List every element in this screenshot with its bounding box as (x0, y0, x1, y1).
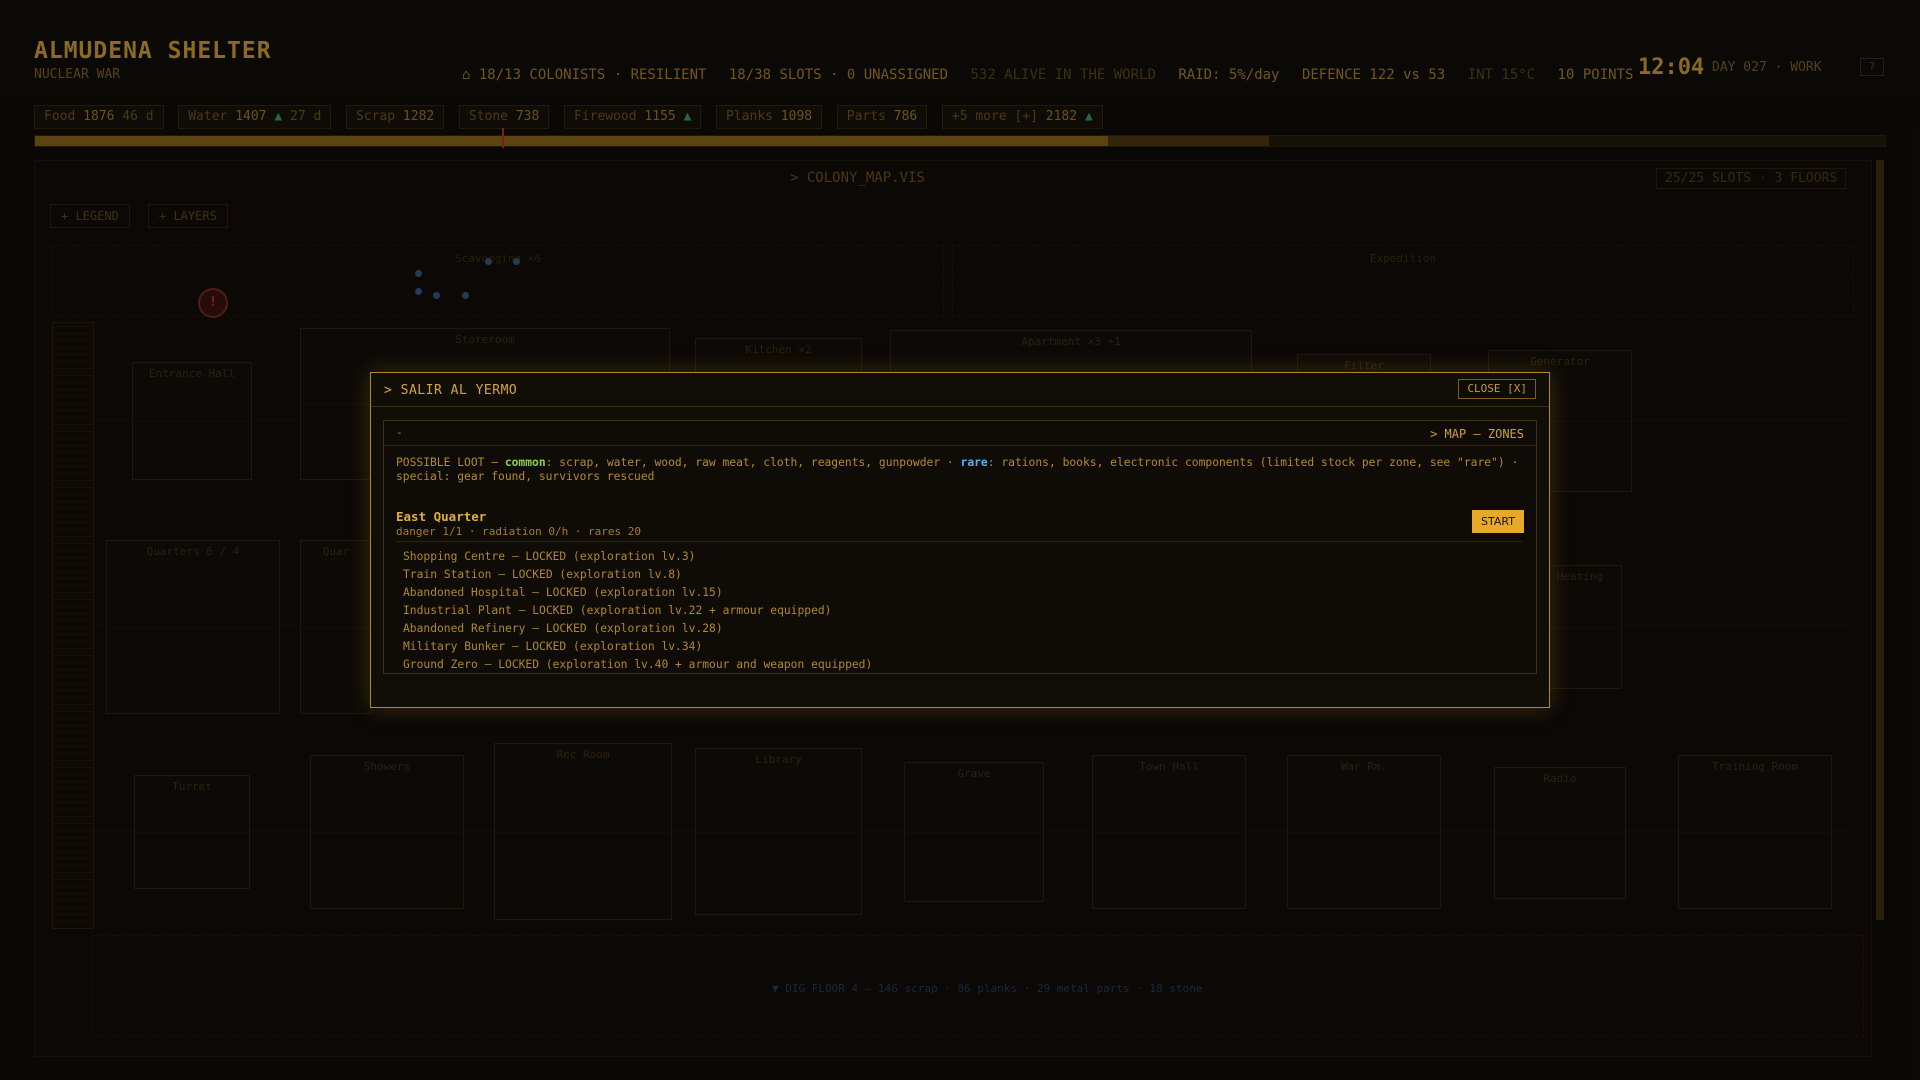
close-button[interactable]: CLOSE [X] (1458, 379, 1536, 399)
zone-item[interactable]: Industrial Plant — LOCKED (exploration l… (403, 602, 872, 620)
possible-loot: POSSIBLE LOOT — common: scrap, water, wo… (396, 456, 1519, 483)
selected-zone-name: East Quarter (396, 509, 487, 524)
zone-item[interactable]: Shopping Centre — LOCKED (exploration lv… (403, 548, 872, 566)
zone-item[interactable]: Abandoned Hospital — LOCKED (exploration… (403, 584, 872, 602)
zones-panel-header: - > MAP — ZONES (384, 421, 1536, 446)
wasteland-modal: > SALIR AL YERMO CLOSE [X] - > MAP — ZON… (370, 372, 1550, 708)
rare-tag: rare (960, 456, 988, 469)
locked-zones-list: Shopping Centre — LOCKED (exploration lv… (403, 548, 872, 674)
zone-item[interactable]: Ground Zero — LOCKED (exploration lv.40 … (403, 656, 872, 674)
modal-header: > SALIR AL YERMO CLOSE [X] (371, 373, 1549, 407)
collapse-button[interactable]: - (396, 426, 403, 439)
selected-zone-info: danger 1/1 · radiation 0/h · rares 20 (396, 525, 642, 538)
zone-item[interactable]: Train Station — LOCKED (exploration lv.8… (403, 566, 872, 584)
modal-title: > SALIR AL YERMO (384, 383, 518, 398)
zone-item[interactable]: Military Bunker — LOCKED (exploration lv… (403, 638, 872, 656)
zones-panel: - > MAP — ZONES POSSIBLE LOOT — common: … (383, 420, 1537, 674)
divider (396, 541, 1522, 542)
zones-title: > MAP — ZONES (1430, 427, 1524, 441)
start-button[interactable]: START (1472, 510, 1524, 533)
zone-item[interactable]: Abandoned Refinery — LOCKED (exploration… (403, 620, 872, 638)
common-tag: common (504, 456, 546, 469)
